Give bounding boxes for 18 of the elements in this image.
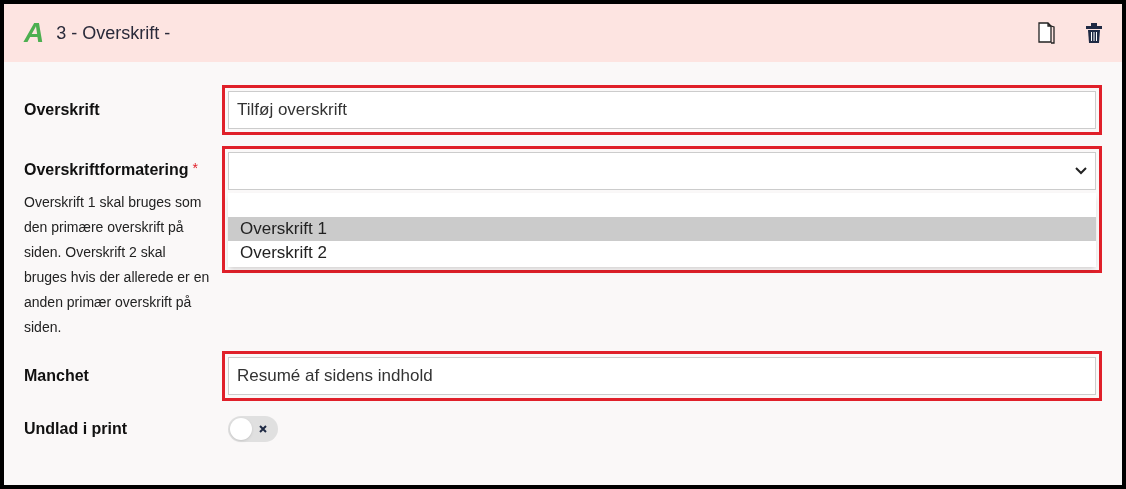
field-label: Undlad i print — [23, 419, 129, 439]
toggle-switch[interactable] — [228, 416, 278, 442]
chevron-down-icon — [1075, 167, 1087, 175]
field-label: Overskrift — [23, 100, 101, 120]
copy-icon[interactable] — [1038, 22, 1058, 44]
field-label: Overskriftformatering — [24, 160, 189, 180]
help-text: Overskrift 1 skal bruges som den primære overskrift på siden. Overskrift 2 skal bruges hvis der allerede er en anden primær overskrift på siden. — [24, 193, 211, 337]
logo: A — [24, 16, 45, 50]
text-input[interactable]: Tilføj overskrift — [228, 91, 1096, 129]
dropdown-option[interactable]: Overskrift 1 — [228, 217, 1096, 241]
text-input[interactable]: Resumé af sidens indhold — [228, 357, 1096, 395]
dropdown-option[interactable]: Overskrift 2 — [228, 241, 1096, 265]
close-icon — [258, 424, 268, 434]
field-label: Manchet — [23, 366, 90, 386]
select-field[interactable] — [228, 152, 1096, 190]
trash-icon[interactable] — [1086, 23, 1102, 43]
card-title: 3 - Overskrift - — [56, 21, 171, 45]
required-mark: * — [192, 159, 198, 178]
